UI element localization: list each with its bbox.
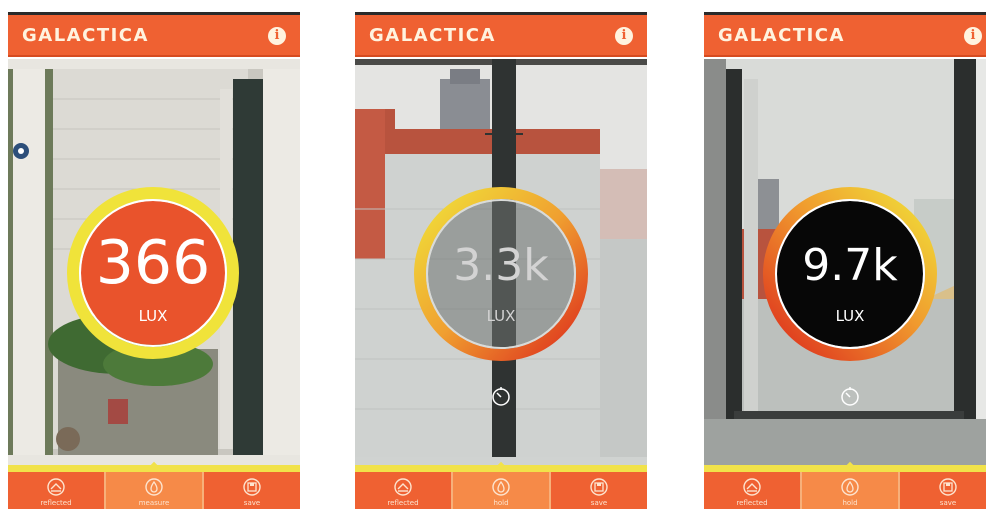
save-icon <box>939 478 957 496</box>
tab-label: hold <box>842 499 858 507</box>
bottom-toolbar: reflected measure save <box>8 472 300 509</box>
camera-view: 366 LUX <box>8 59 300 465</box>
tab-label: save <box>243 499 261 507</box>
bottom-toolbar: reflected hold save <box>355 472 647 509</box>
tab-hold[interactable]: hold <box>802 472 900 509</box>
app-header: GALACTICA i <box>355 15 647 57</box>
tab-reflected[interactable]: reflected <box>8 472 106 509</box>
tab-label: measure <box>138 499 170 507</box>
tab-save[interactable]: save <box>204 472 300 509</box>
selection-strip <box>8 461 300 472</box>
app-header: GALACTICA i <box>704 15 986 57</box>
app-title: GALACTICA <box>369 25 496 46</box>
tab-measure[interactable]: measure <box>106 472 204 509</box>
lux-unit: LUX <box>486 307 516 325</box>
camera-view: 9.7k LUX <box>704 59 986 465</box>
light-drop-icon <box>492 478 510 496</box>
selection-strip <box>355 461 647 472</box>
phone-screen-1: GALACTICA i 366 LUX reflected measure sa… <box>8 12 300 509</box>
app-title: GALACTICA <box>718 25 845 46</box>
save-icon <box>243 478 261 496</box>
tab-label: reflected <box>40 499 72 507</box>
timer-icon[interactable] <box>491 387 511 407</box>
reflected-light-icon <box>47 478 65 496</box>
tab-reflected[interactable]: reflected <box>355 472 453 509</box>
save-icon <box>590 478 608 496</box>
app-title: GALACTICA <box>22 25 149 46</box>
phone-screen-2: GALACTICA i 3.3k LUX reflected hold save <box>355 12 647 509</box>
tab-label: hold <box>493 499 509 507</box>
lux-unit: LUX <box>138 307 168 325</box>
info-icon[interactable]: i <box>964 27 982 45</box>
lux-value: 9.7k <box>802 240 898 291</box>
lux-gauge: 3.3k LUX <box>414 187 588 361</box>
tab-label: reflected <box>736 499 768 507</box>
lux-unit: LUX <box>835 307 865 325</box>
tab-label: reflected <box>387 499 419 507</box>
phone-screen-3: GALACTICA i 9.7k LUX reflected hold save <box>704 12 986 509</box>
timer-icon[interactable] <box>840 387 860 407</box>
lux-gauge: 9.7k LUX <box>763 187 937 361</box>
camera-view: 3.3k LUX <box>355 59 647 465</box>
tab-reflected[interactable]: reflected <box>704 472 802 509</box>
tab-label: save <box>939 499 957 507</box>
tab-hold[interactable]: hold <box>453 472 551 509</box>
reflected-light-icon <box>394 478 412 496</box>
app-header: GALACTICA i <box>8 15 300 57</box>
tab-save[interactable]: save <box>551 472 647 509</box>
light-drop-icon <box>841 478 859 496</box>
tab-label: save <box>590 499 608 507</box>
bottom-toolbar: reflected hold save <box>704 472 986 509</box>
light-drop-icon <box>145 478 163 496</box>
lux-value: 3.3k <box>453 240 549 291</box>
lux-gauge: 366 LUX <box>67 187 239 359</box>
tab-save[interactable]: save <box>900 472 986 509</box>
lux-value: 366 <box>95 228 211 298</box>
info-icon[interactable]: i <box>615 27 633 45</box>
selection-strip <box>704 461 986 472</box>
info-icon[interactable]: i <box>268 27 286 45</box>
reflected-light-icon <box>743 478 761 496</box>
